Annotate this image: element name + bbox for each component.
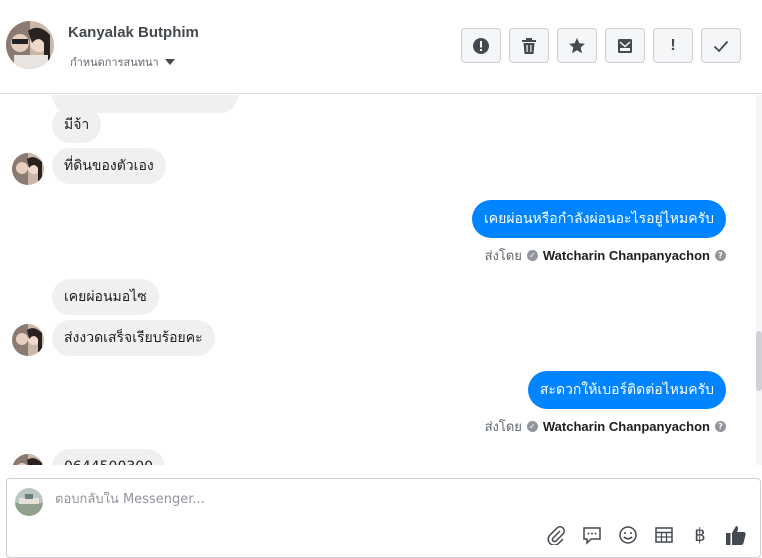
mark-spam-button[interactable]: ! (653, 28, 693, 63)
composer-toolbar: ฿ (544, 523, 748, 547)
star-button[interactable] (557, 28, 597, 63)
sent-by-line: ส่งโดย ✓ Watcharin Chanpanyachon ? (485, 245, 726, 266)
paperclip-icon (547, 526, 565, 545)
star-icon (569, 37, 585, 53)
smiley-icon (619, 526, 637, 544)
contact-avatar-small (12, 153, 44, 185)
contact-avatar-small (12, 324, 44, 356)
message-bubble-outgoing[interactable]: เคยผ่อนหรือกำลังผ่อนอะไรอยู่ไหมครับ (472, 200, 726, 238)
message-bubble-outgoing[interactable]: สะดวกให้เบอร์ติดต่อไหมครับ (527, 371, 726, 409)
header-actions: ! (461, 28, 741, 63)
saved-replies-button[interactable] (580, 523, 604, 547)
sender-name[interactable]: Watcharin Chanpanyachon (543, 248, 710, 263)
message-bubble-incoming[interactable]: ที่ดินของตัวเอง (52, 148, 166, 184)
verified-check-icon: ✓ (526, 250, 538, 261)
sent-by-line: ส่งโดย ✓ Watcharin Chanpanyachon ? (485, 416, 726, 437)
manage-conversation-label: กำหนดการสนทนา (70, 56, 159, 69)
appointment-button[interactable] (652, 523, 676, 547)
contact-avatar[interactable] (6, 21, 54, 69)
message-bubble-incoming[interactable]: 0644500300 (52, 449, 166, 465)
table-icon (655, 527, 673, 543)
sent-by-prefix: ส่งโดย (484, 420, 522, 435)
verified-check-icon: ✓ (526, 421, 538, 432)
message-thread[interactable]: มีจ้า ที่ดินของตัวเอง เคยผ่อนหรือกำลังผ่… (0, 95, 762, 465)
reply-input[interactable] (55, 492, 735, 507)
message-bubble-incoming[interactable]: ส่งงวดเสร็จเรียบร้อยคะ (52, 320, 215, 356)
emoji-button[interactable] (616, 523, 640, 547)
like-button[interactable] (724, 523, 748, 547)
chat-bubble-icon (583, 527, 601, 545)
page-avatar (15, 488, 43, 516)
scrollbar-track[interactable] (756, 95, 762, 465)
conversation-header: Kanyalak Butphim กำหนดการสนทนา ! (0, 0, 762, 94)
attach-file-button[interactable] (544, 523, 568, 547)
message-bubble-incoming[interactable]: เคยผ่อนมอไซ (52, 279, 159, 315)
exclamation-circle-icon (473, 37, 489, 54)
help-question-icon[interactable]: ? (715, 421, 726, 432)
message-bubble-incoming[interactable]: มีจ้า (52, 107, 102, 143)
mark-done-button[interactable] (701, 28, 741, 63)
payment-button[interactable]: ฿ (688, 523, 712, 547)
scrollbar-thumb[interactable] (756, 331, 762, 391)
exclamation-icon: ! (670, 36, 676, 54)
baht-icon: ฿ (694, 524, 706, 546)
sent-by-prefix: ส่งโดย (484, 249, 522, 264)
delete-button[interactable] (509, 28, 549, 63)
archive-icon (618, 38, 632, 53)
contact-avatar-small (12, 454, 44, 465)
help-question-icon[interactable]: ? (715, 250, 726, 261)
manage-conversation-dropdown[interactable]: กำหนดการสนทนา (70, 53, 175, 71)
caret-down-icon (164, 59, 175, 65)
thumbs-up-icon (726, 526, 746, 545)
contact-name[interactable]: Kanyalak Butphim (68, 24, 199, 41)
check-icon (713, 40, 729, 52)
archive-button[interactable] (605, 28, 645, 63)
reply-composer: ฿ (6, 478, 761, 558)
trash-icon (522, 37, 536, 54)
report-button[interactable] (461, 28, 501, 63)
sender-name[interactable]: Watcharin Chanpanyachon (543, 419, 710, 434)
